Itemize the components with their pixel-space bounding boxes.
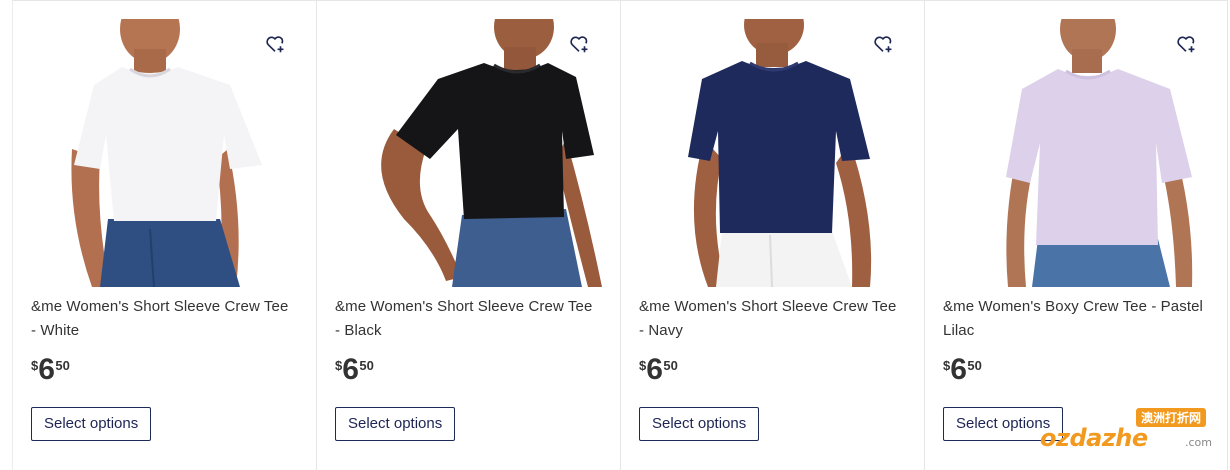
heart-plus-icon [570,36,588,53]
price-dollars: 6 [38,353,55,386]
wishlist-button[interactable] [264,33,286,55]
select-options-button[interactable]: Select options [335,407,456,441]
watermark-domain-text: .com [1185,436,1212,449]
product-card[interactable]: &me Women's Short Sleeve Crew Tee - Whit… [12,1,316,470]
wishlist-button[interactable] [568,33,590,55]
price-dollars: 6 [646,353,663,386]
product-price: $ 6 50 [943,353,982,387]
product-photo-black-tee [334,19,604,287]
product-image[interactable] [942,19,1212,287]
select-options-button[interactable]: Select options [31,407,152,441]
product-price: $ 6 50 [335,353,374,387]
price-currency: $ [335,358,343,373]
product-price: $ 6 50 [639,353,678,387]
heart-plus-icon [874,36,892,53]
heart-plus-icon [266,36,284,53]
price-dollars: 6 [342,353,359,386]
price-cents: 50 [967,358,982,373]
select-options-button[interactable]: Select options [639,407,760,441]
heart-plus-icon [1177,36,1195,53]
product-image[interactable] [334,19,604,287]
product-title[interactable]: &me Women's Short Sleeve Crew Tee - Blac… [335,295,597,343]
product-photo-lilac-tee [942,19,1212,287]
product-card[interactable]: &me Women's Short Sleeve Crew Tee - Navy… [620,1,924,470]
product-card[interactable]: &me Women's Boxy Crew Tee - Pastel Lilac… [924,1,1228,470]
product-photo-white-tee [30,19,300,287]
product-price: $ 6 50 [31,353,70,387]
price-currency: $ [31,358,39,373]
product-image[interactable] [30,19,300,287]
product-title[interactable]: &me Women's Short Sleeve Crew Tee - Whit… [31,295,293,343]
site-watermark: 澳洲打折网 ozdazhe .com [1040,408,1212,456]
price-currency: $ [639,358,647,373]
product-grid: &me Women's Short Sleeve Crew Tee - Whit… [12,0,1228,470]
product-photo-navy-tee [638,19,908,287]
product-title[interactable]: &me Women's Boxy Crew Tee - Pastel Lilac [943,295,1205,343]
product-image[interactable] [638,19,908,287]
price-cents: 50 [55,358,70,373]
product-card[interactable]: &me Women's Short Sleeve Crew Tee - Blac… [316,1,620,470]
wishlist-button[interactable] [1175,33,1197,55]
price-cents: 50 [663,358,678,373]
product-title[interactable]: &me Women's Short Sleeve Crew Tee - Navy [639,295,901,343]
wishlist-button[interactable] [872,33,894,55]
watermark-logo-text: ozdazhe [1040,424,1148,452]
price-dollars: 6 [950,353,967,386]
price-cents: 50 [359,358,374,373]
price-currency: $ [943,358,951,373]
